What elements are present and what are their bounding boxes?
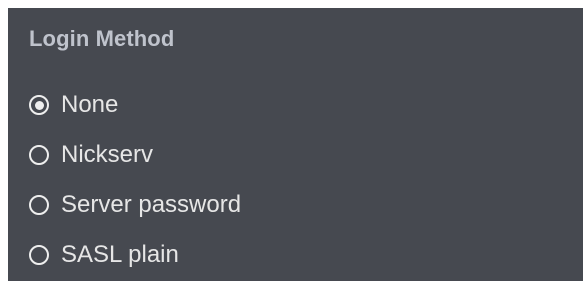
login-option-server-password[interactable]: Server password [29,180,241,230]
radio-server-password[interactable] [29,195,49,215]
login-option-label: Server password [61,191,242,218]
radio-nickserv[interactable] [29,145,49,165]
login-option-sasl-plain[interactable]: SASL plain [29,230,241,280]
login-option-label: Nickserv [61,141,154,168]
login-option-label: None [61,91,119,118]
radio-sasl-plain[interactable] [29,245,49,265]
radio-none[interactable] [29,95,49,115]
radio-selected-dot [34,100,44,110]
login-method-radio-group: None Nickserv Server password SASL plain [29,80,241,280]
login-option-nickserv[interactable]: Nickserv [29,130,241,180]
login-method-heading: Login Method [29,26,175,51]
login-option-none[interactable]: None [29,80,241,130]
login-method-panel: Login Method None Nickserv Server passwo… [8,8,583,281]
login-option-label: SASL plain [61,241,179,268]
